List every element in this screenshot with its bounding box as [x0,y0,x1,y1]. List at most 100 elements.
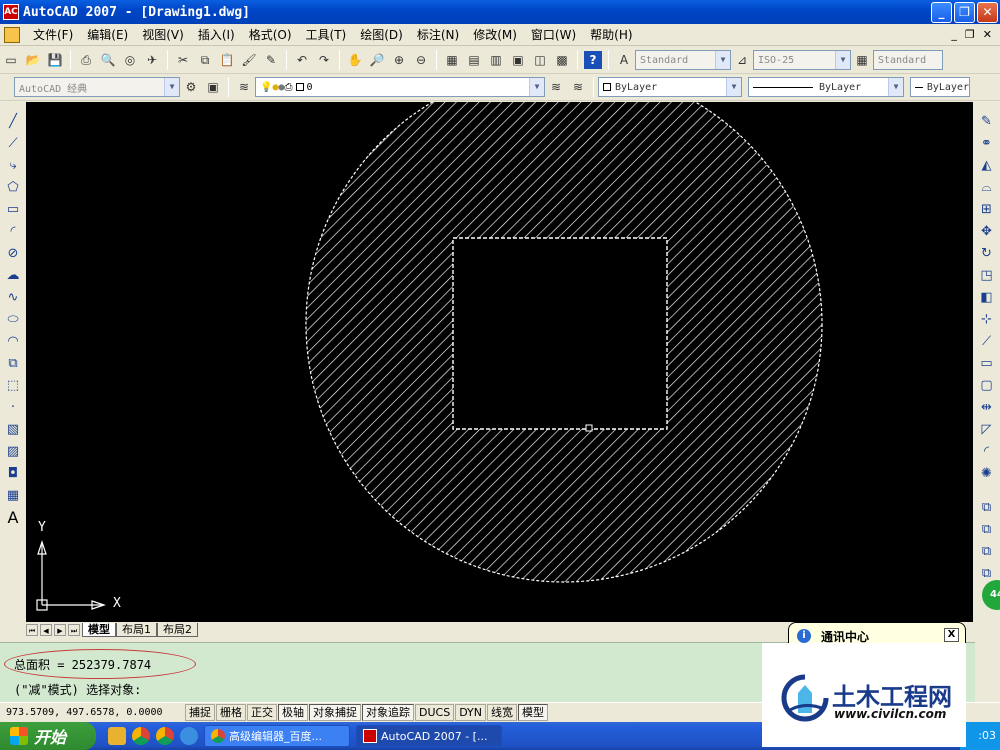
region-icon[interactable]: ◘ [4,464,22,482]
snap-toggle[interactable]: 捕捉 [185,704,215,721]
menu-window[interactable]: 窗口(W) [524,26,583,43]
zoom-window-icon[interactable]: ⊕ [390,51,408,69]
menu-modify[interactable]: 修改(M) [466,26,524,43]
polyline-icon[interactable]: ⤷ [4,156,22,174]
taskbar-item-autocad[interactable]: AutoCAD 2007 - [... [356,725,502,747]
insert-block-icon[interactable]: ⧉ [4,354,22,372]
close-button[interactable]: ✕ [977,1,998,23]
markup-icon[interactable]: ◫ [531,51,549,69]
layer-previous-icon[interactable]: ≋ [569,78,587,96]
copy-icon[interactable]: ⧉ [196,51,214,69]
fillet-icon[interactable]: ◜ [978,442,996,460]
chrome-icon[interactable] [132,727,150,745]
otrack-toggle[interactable]: 对象追踪 [362,704,414,721]
copy-object-icon[interactable]: ⚭ [978,134,996,152]
mirror-icon[interactable]: ◭ [978,156,996,174]
lineweight-select[interactable]: ByLayer [910,77,970,97]
osnap-toggle[interactable]: 对象捕捉 [309,704,361,721]
prev-tab-button[interactable]: ◀ [40,623,52,636]
menu-dimension[interactable]: 标注(N) [410,26,466,43]
print-icon[interactable]: ⎙ [77,51,95,69]
command-prompt-line[interactable]: ("减"模式) 选择对象: [14,681,141,698]
polygon-icon[interactable]: ⬠ [4,178,22,196]
break-icon[interactable]: ▢ [978,376,996,394]
bring-front-icon[interactable]: ⧉ [978,520,996,538]
quicklaunch-app-icon[interactable] [108,727,126,745]
etransmit-icon[interactable]: ✈ [143,51,161,69]
hatch-icon[interactable]: ▧ [4,420,22,438]
menu-help[interactable]: 帮助(H) [583,26,639,43]
table-icon[interactable]: ▦ [4,486,22,504]
array-icon[interactable]: ⊞ [978,200,996,218]
layer-on-icon[interactable]: 💡 [260,82,272,93]
doc-restore-icon[interactable]: ❐ [965,28,975,41]
doc-minimize-icon[interactable]: _ [951,28,957,41]
construction-line-icon[interactable]: ⟋ [4,134,22,152]
scale-icon[interactable]: ◳ [978,266,996,284]
zoom-realtime-icon[interactable]: 🔎 [368,51,386,69]
menu-edit[interactable]: 编辑(E) [80,26,135,43]
menu-tools[interactable]: 工具(T) [299,26,354,43]
ellipse-arc-icon[interactable]: ◠ [4,332,22,350]
chevron-down-icon[interactable]: ▼ [715,51,730,69]
make-current-layer-icon[interactable]: ≋ [547,78,565,96]
redo-icon[interactable]: ↷ [315,51,333,69]
print-preview-icon[interactable]: 🔍 [99,51,117,69]
erase-icon[interactable]: ✎ [978,112,996,130]
tab-layout1[interactable]: 布局1 [116,622,157,637]
layer-manager-icon[interactable]: ≋ [235,78,253,96]
explode-icon[interactable]: ✺ [978,464,996,482]
ducs-toggle[interactable]: DUCS [415,704,455,721]
workspace-settings-icon[interactable]: ⚙ [182,78,200,96]
chamfer-icon[interactable]: ◸ [978,420,996,438]
menu-view[interactable]: 视图(V) [135,26,191,43]
save-icon[interactable]: 💾 [46,51,64,69]
design-center-icon[interactable]: ▤ [465,51,483,69]
text-style-icon[interactable]: A [615,51,633,69]
bring-above-icon[interactable]: ⧉ [978,564,996,582]
block-editor-icon[interactable]: ✎ [262,51,280,69]
chevron-down-icon[interactable]: ▼ [835,51,850,69]
undo-icon[interactable]: ↶ [293,51,311,69]
text-style-select[interactable]: Standard ▼ [635,50,731,70]
dim-style-icon[interactable]: ⊿ [733,51,751,69]
layer-plot-icon[interactable]: ⎙ [285,82,293,93]
system-clock[interactable]: :03 [960,722,1000,750]
offset-icon[interactable]: ⌓ [978,178,996,196]
color-select[interactable]: ByLayer ▼ [598,77,742,97]
match-properties-icon[interactable]: 🖌 [240,51,258,69]
stretch-icon[interactable]: ◧ [978,288,996,306]
popup-close-button[interactable]: X [944,628,959,642]
pan-icon[interactable]: ✋ [346,51,364,69]
menu-file[interactable]: 文件(F) [26,26,80,43]
chevron-down-icon[interactable]: ▼ [529,78,544,96]
properties-icon[interactable]: ▦ [443,51,461,69]
send-back-icon[interactable]: ⧉ [978,542,996,560]
paste-icon[interactable]: 📋 [218,51,236,69]
minimize-button[interactable]: _ [931,1,952,23]
menu-format[interactable]: 格式(O) [242,26,299,43]
menu-draw[interactable]: 绘图(D) [353,26,410,43]
doc-close-icon[interactable]: ✕ [983,28,992,41]
revision-cloud-icon[interactable]: ☁ [4,266,22,284]
document-icon[interactable] [4,26,20,43]
make-block-icon[interactable]: ⬚ [4,376,22,394]
new-file-icon[interactable]: ▭ [2,51,20,69]
trim-icon[interactable]: ⊹ [978,310,996,328]
break-at-point-icon[interactable]: ▭ [978,354,996,372]
next-tab-button[interactable]: ▶ [54,623,66,636]
chevron-down-icon[interactable]: ▼ [726,78,741,96]
zoom-previous-icon[interactable]: ⊖ [412,51,430,69]
ie-icon[interactable] [180,727,198,745]
line-icon[interactable]: ╱ [4,112,22,130]
menu-insert[interactable]: 插入(I) [191,26,242,43]
rectangle-icon[interactable]: ▭ [4,200,22,218]
first-tab-button[interactable]: ⏮ [26,623,38,636]
tab-model[interactable]: 模型 [82,622,116,637]
chrome-icon-2[interactable] [156,727,174,745]
workspace-select[interactable]: AutoCAD 经典 ▼ [14,77,180,97]
my-workspace-icon[interactable]: ▣ [204,78,222,96]
ortho-toggle[interactable]: 正交 [247,704,277,721]
multiline-text-icon[interactable]: A [4,508,22,527]
start-button[interactable]: 开始 [0,722,96,750]
